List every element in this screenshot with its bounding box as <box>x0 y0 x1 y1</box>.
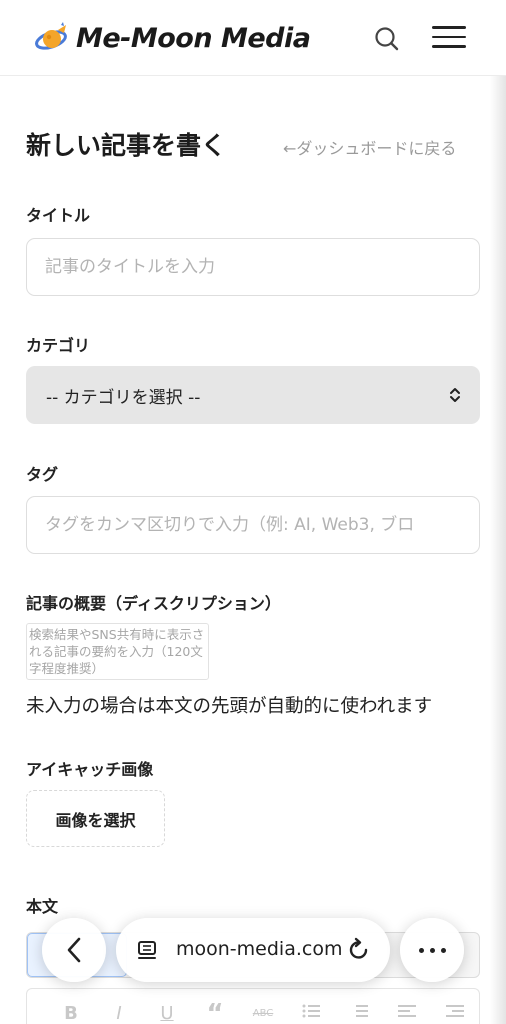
tags-input[interactable] <box>26 496 480 554</box>
browser-back-button[interactable] <box>42 918 106 982</box>
align-left-button[interactable] <box>383 1003 431 1024</box>
up-down-chevron-icon <box>450 388 460 402</box>
title-label: タイトル <box>26 206 91 225</box>
more-options-button[interactable] <box>400 918 464 982</box>
description-hint: 未入力の場合は本文の先頭が自動的に使われます <box>26 696 433 717</box>
chevron-left-icon <box>67 937 81 963</box>
description-textarea[interactable] <box>26 623 209 680</box>
underline-button[interactable]: U <box>143 1003 191 1024</box>
align-right-icon <box>446 1005 464 1017</box>
select-image-button[interactable]: 画像を選択 <box>26 790 165 847</box>
bullet-list-button[interactable] <box>287 1003 335 1024</box>
tags-label: タグ <box>26 465 59 484</box>
hamburger-menu-button[interactable] <box>432 26 466 52</box>
category-label: カテゴリ <box>26 336 91 355</box>
align-right-button[interactable] <box>431 1003 479 1024</box>
moon-rocket-logo-icon <box>35 22 67 50</box>
editor-toolbar: B I U “ ABC <box>26 988 480 1024</box>
body-label: 本文 <box>26 897 59 916</box>
category-select[interactable]: -- カテゴリを選択 -- <box>26 366 480 424</box>
search-icon <box>375 27 399 51</box>
numbered-list-icon <box>356 1005 368 1017</box>
strikethrough-button[interactable]: ABC <box>239 1008 287 1019</box>
back-to-dashboard-link[interactable]: ←ダッシュボードに戻る <box>283 135 456 159</box>
italic-button[interactable]: I <box>95 1003 143 1024</box>
scroll-shadow <box>490 76 506 1024</box>
description-label: 記事の概要（ディスクリプション） <box>26 594 281 613</box>
logo-text: Me-Moon Media <box>76 22 311 54</box>
title-input[interactable] <box>26 238 480 296</box>
search-button[interactable] <box>372 24 402 54</box>
numbered-list-button[interactable] <box>335 1003 383 1024</box>
address-bar[interactable]: moon-media.com <box>116 918 390 982</box>
reader-mode-icon[interactable] <box>136 938 160 962</box>
bullet-list-icon <box>302 1004 320 1018</box>
align-left-icon <box>398 1005 416 1017</box>
url-text[interactable]: moon-media.com <box>176 938 342 960</box>
eyecatch-label: アイキャッチ画像 <box>26 760 154 779</box>
quote-button[interactable]: “ <box>191 999 239 1024</box>
menu-line <box>432 45 466 48</box>
category-selected-value: -- カテゴリを選択 -- <box>46 387 201 408</box>
site-logo[interactable]: Me-Moon Media <box>34 18 311 58</box>
bold-button[interactable]: B <box>47 1003 95 1024</box>
site-header: Me-Moon Media <box>0 0 506 76</box>
page-title: 新しい記事を書く <box>26 131 227 160</box>
menu-line <box>432 26 466 29</box>
reload-icon[interactable] <box>346 937 372 963</box>
menu-line <box>432 35 466 38</box>
more-dots-icon <box>418 947 446 953</box>
